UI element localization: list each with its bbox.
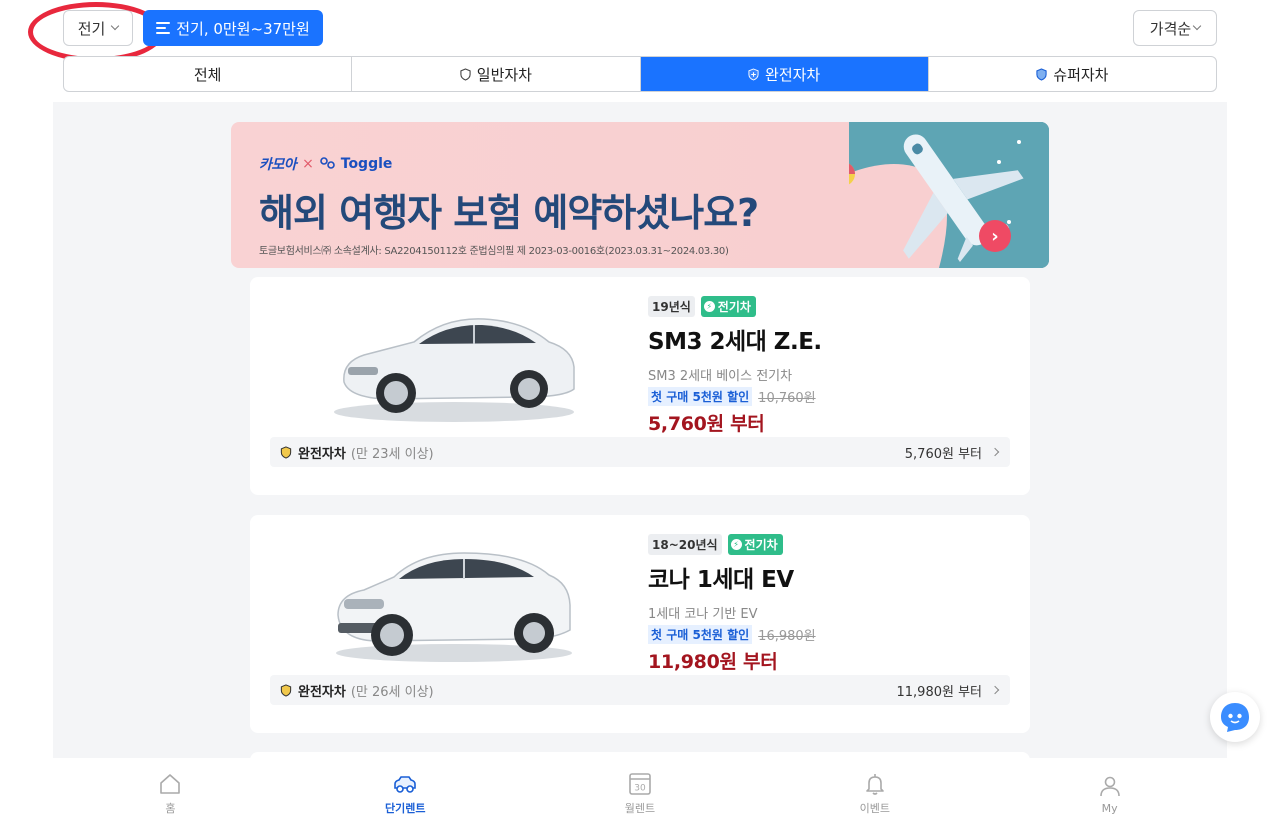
tab-label: 일반자차: [476, 65, 532, 84]
bell-icon: [865, 774, 884, 795]
tab-full-insurance[interactable]: 완전자차: [640, 57, 929, 91]
nav-label: 홈: [165, 802, 176, 815]
sort-label: 가격순: [1149, 19, 1192, 38]
chatbot-icon: [1221, 703, 1249, 732]
plug-icon: ⚡: [730, 538, 742, 550]
ev-tag-label: 전기차: [717, 299, 751, 314]
brand-separator: ×: [302, 156, 314, 172]
banner-brand: 카모아 × Toggle: [259, 154, 392, 174]
plug-icon: ⚡: [703, 300, 715, 312]
sedan-car-image: [334, 318, 575, 422]
filter-bar: 전기 전기, 0만원~37만원 가격순: [0, 0, 1280, 62]
discount-badge: 첫 구매 5천원 할인: [648, 625, 753, 644]
insurance-banner[interactable]: 카모아 × Toggle 해외 여행자 보험 예약하셨나요? 토글보험서비스㈜ …: [231, 122, 1049, 268]
age-requirement: (만 23세 이상): [350, 446, 434, 462]
shield-blue-icon: [1036, 67, 1047, 81]
bottom-navigation: 홈 단기렌트 30 월렌트 이벤트 My: [53, 758, 1227, 828]
person-icon: [1099, 776, 1120, 796]
tab-label: 전체: [193, 65, 222, 84]
nav-label: 월렌트: [624, 802, 656, 815]
car-info: 18~20년식 ⚡ 전기차 코나 1세대 EV 1세대 코나 기반 EV 첫 구매…: [648, 533, 1008, 674]
discount-badge: 첫 구매 5천원 할인: [648, 387, 753, 406]
car-icon: [394, 776, 416, 793]
car-price: 5,760원 부터: [648, 413, 765, 435]
tab-all[interactable]: 전체: [64, 57, 353, 91]
kamoa-logo: 카모아: [259, 157, 297, 173]
original-price: 16,980원: [758, 629, 816, 644]
car-info: 19년식 ⚡ 전기차 SM3 2세대 Z.E. SM3 2세대 베이스 전기차 첫…: [648, 295, 1008, 436]
nav-events[interactable]: 이벤트: [757, 758, 992, 828]
shield-plus-icon: [280, 445, 292, 459]
nav-label: 단기렌트: [384, 802, 426, 815]
chevron-right-icon: [990, 447, 1000, 457]
insurance-option-row[interactable]: 완전자차 (만 23세 이상) 5,760원 부터: [270, 437, 1010, 467]
shield-plus-icon: [748, 68, 759, 80]
suv-car-image: [336, 552, 572, 662]
home-icon: [160, 774, 181, 794]
car-list-area: 카모아 × Toggle 해외 여행자 보험 예약하셨나요? 토글보험서비스㈜ …: [53, 102, 1227, 758]
nav-home[interactable]: 홈: [53, 758, 288, 828]
ev-tag-label: 전기차: [744, 537, 778, 552]
calendar-icon: 30: [629, 773, 651, 795]
chat-support-button[interactable]: [1210, 692, 1260, 742]
car-card[interactable]: 19년식 ⚡ 전기차 SM3 2세대 Z.E. SM3 2세대 베이스 전기차 첫…: [250, 277, 1030, 495]
nav-my[interactable]: My: [992, 758, 1227, 828]
car-description: 1세대 코나 기반 EV: [648, 607, 758, 622]
insurance-type: 완전자차: [298, 446, 346, 462]
shield-plus-icon: [280, 683, 292, 697]
age-requirement: (만 26세 이상): [350, 684, 434, 700]
banner-legal-text: 토글보험서비스㈜ 소속설계사: SA2204150112호 준법심의필 제 20…: [259, 246, 729, 257]
fuel-type-label: 전기: [77, 19, 106, 38]
nav-label: My: [1101, 801, 1118, 815]
car-card[interactable]: 18~20년식 ⚡ 전기차 코나 1세대 EV 1세대 코나 기반 EV 첫 구매…: [250, 515, 1030, 733]
car-name: 코나 1세대 EV: [648, 567, 794, 593]
banner-arrow-button[interactable]: ›: [979, 220, 1011, 252]
toggle-logo-text: Toggle: [340, 156, 393, 172]
car-description: SM3 2세대 베이스 전기차: [648, 369, 793, 384]
filter-summary-button[interactable]: 전기, 0만원~37만원: [143, 10, 323, 46]
ev-tag: ⚡ 전기차: [700, 295, 756, 317]
year-tag: 19년식: [648, 295, 695, 317]
banner-title: 해외 여행자 보험 예약하셨나요?: [259, 191, 759, 235]
chevron-down-icon: [111, 21, 120, 31]
option-price: 5,760원 부터: [904, 446, 982, 462]
sort-select[interactable]: 가격순: [1133, 10, 1217, 46]
ev-tag: ⚡ 전기차: [727, 533, 783, 555]
nav-label: 이벤트: [859, 802, 890, 815]
calendar-icon-text: 30: [634, 784, 646, 794]
year-tag: 18~20년식: [648, 533, 722, 555]
insurance-tabs: 전체 일반자차 완전자차 슈퍼자차: [63, 56, 1217, 92]
shield-outline-icon: [460, 67, 471, 81]
tab-basic-insurance[interactable]: 일반자차: [352, 57, 641, 91]
option-price: 11,980원 부터: [896, 684, 983, 700]
original-price: 10,760원: [758, 391, 816, 406]
tab-label: 슈퍼자차: [1053, 65, 1109, 84]
filter-icon: [156, 22, 171, 34]
chevron-right-icon: ›: [991, 225, 999, 247]
insurance-option-row[interactable]: 완전자차 (만 26세 이상) 11,980원 부터: [270, 675, 1010, 705]
nav-short-term-rent[interactable]: 단기렌트: [288, 758, 523, 828]
car-name: SM3 2세대 Z.E.: [648, 329, 822, 355]
chevron-down-icon: [1192, 21, 1202, 31]
banner-airplane-illustration: [829, 122, 1049, 268]
tab-label: 완전자차: [765, 65, 821, 84]
tab-super-insurance[interactable]: 슈퍼자차: [929, 57, 1216, 91]
chevron-right-icon: [990, 685, 1000, 695]
toggle-logo: Toggle: [320, 156, 393, 172]
nav-monthly-rent[interactable]: 30 월렌트: [523, 758, 758, 828]
fuel-type-select[interactable]: 전기: [63, 10, 133, 46]
filter-summary-label: 전기, 0만원~37만원: [176, 19, 310, 38]
insurance-type: 완전자차: [298, 684, 346, 700]
car-price: 11,980원 부터: [648, 651, 778, 673]
